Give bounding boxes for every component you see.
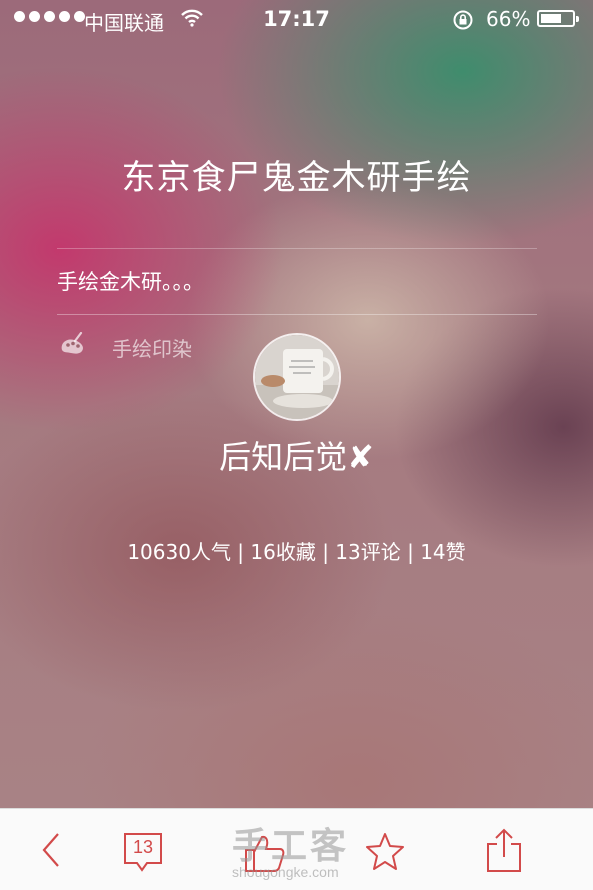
comment-count: 13 xyxy=(132,837,154,857)
avatar[interactable] xyxy=(253,333,341,421)
share-button[interactable] xyxy=(484,827,524,873)
bottom-toolbar: 13 手工客 shougongke.com xyxy=(0,808,593,890)
divider xyxy=(57,248,537,249)
watermark-url: shougongke.com xyxy=(232,864,339,880)
back-button[interactable] xyxy=(38,831,64,869)
rotation-lock-icon xyxy=(453,10,473,30)
category-label[interactable]: 手绘印染 xyxy=(112,333,192,362)
comment-button[interactable]: 13 xyxy=(122,831,164,875)
screen: 中国联通 17:17 66% 东京食尸鬼金木研手绘 手绘金木研。。。 手绘印染 xyxy=(0,0,593,890)
article-stats: 10630人气 | 16收藏 | 13评论 | 14赞 xyxy=(127,540,466,564)
favorite-button[interactable] xyxy=(364,831,406,871)
divider xyxy=(57,314,537,315)
avatar-image xyxy=(255,335,339,419)
battery-icon xyxy=(537,10,579,27)
battery-percent: 66% xyxy=(486,7,531,31)
watermark: 手工客 xyxy=(232,826,350,867)
palette-icon xyxy=(61,332,84,354)
page-title: 东京食尸鬼金木研手绘 xyxy=(121,158,472,198)
author-name[interactable]: 后知后觉✘ xyxy=(0,432,593,478)
status-bar: 中国联通 17:17 66% xyxy=(0,0,593,40)
article-description: 手绘金木研。。。 xyxy=(57,270,204,294)
